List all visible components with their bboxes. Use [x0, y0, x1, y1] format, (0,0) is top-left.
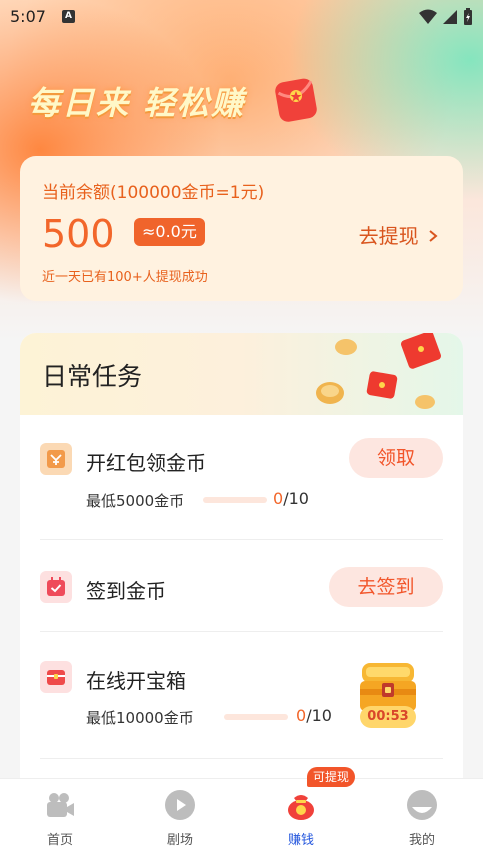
nav-label: 我的 — [408, 833, 435, 848]
claim-button[interactable]: 领取 — [349, 438, 443, 478]
status-time: 5:07 — [10, 7, 46, 26]
treasure-box-icon — [40, 661, 72, 693]
divider — [40, 758, 443, 759]
task-subtitle: 最低5000金币 — [86, 492, 185, 510]
nav-label: 赚钱 — [287, 833, 314, 848]
balance-amount: 500 — [42, 212, 115, 256]
task-header: 日常任务 — [20, 333, 463, 415]
progress-bar — [203, 497, 267, 503]
divider — [40, 631, 443, 632]
battery-icon — [464, 8, 472, 25]
wifi-icon — [419, 9, 437, 24]
nav-label: 首页 — [46, 833, 73, 848]
balance-approx-badge: ≈0.0元 — [134, 218, 205, 246]
task-name: 开红包领金币 — [86, 451, 206, 475]
video-camera-icon — [47, 793, 74, 817]
nav-label: 剧场 — [166, 833, 193, 848]
withdrawable-badge: 可提现 — [307, 767, 356, 787]
withdraw-label: 去提现 — [358, 224, 419, 248]
treasure-timer: 00:53 — [360, 706, 416, 728]
daily-tasks-panel: 日常任务 开红包领金币 最低5000金币 0/10 领取 签到金币 去签到 在线… — [20, 333, 463, 803]
task-subtitle: 最低10000金币 — [86, 709, 194, 727]
hero-title: 每日来 轻松赚 — [28, 84, 246, 122]
task-item-sign-in: 签到金币 去签到 — [40, 567, 443, 627]
signal-icon — [443, 10, 457, 24]
progress-bar — [224, 714, 288, 720]
task-section-title: 日常任务 — [42, 362, 143, 391]
chevron-right-icon — [429, 230, 438, 242]
status-icons — [419, 8, 473, 26]
play-icon — [165, 790, 195, 820]
coins-decoration-icon — [316, 333, 441, 409]
red-envelope-icon — [40, 443, 72, 475]
sign-in-button[interactable]: 去签到 — [329, 567, 443, 607]
nav-item-earn[interactable]: 赚钱 — [241, 779, 361, 858]
task-name: 签到金币 — [86, 579, 166, 603]
status-bar: 5:07 A — [0, 0, 483, 34]
nav-item-profile[interactable]: 我的 — [362, 779, 482, 858]
money-bag-icon — [288, 795, 314, 820]
withdraw-button[interactable]: 去提现 — [359, 220, 439, 249]
nav-item-home[interactable]: 首页 — [0, 779, 120, 858]
notification-icon: A — [62, 10, 75, 23]
calendar-check-icon — [40, 571, 72, 603]
nav-item-theater[interactable]: 剧场 — [120, 779, 240, 858]
balance-label: 当前余额(100000金币=1元) — [42, 183, 265, 203]
red-envelope-icon — [275, 78, 317, 122]
profile-icon — [407, 790, 437, 820]
progress-count: 0/10 — [296, 706, 332, 725]
progress-count: 0/10 — [273, 489, 309, 508]
withdraw-note: 近一天已有100+人提现成功 — [42, 270, 208, 285]
task-item-red-envelope: 开红包领金币 最低5000金币 0/10 领取 — [40, 438, 443, 519]
bottom-nav: 首页 剧场 赚钱 我的 — [0, 778, 483, 858]
task-name: 在线开宝箱 — [86, 669, 186, 693]
balance-card: 当前余额(100000金币=1元) 500 ≈0.0元 去提现 近一天已有100… — [20, 156, 463, 301]
divider — [40, 539, 443, 540]
